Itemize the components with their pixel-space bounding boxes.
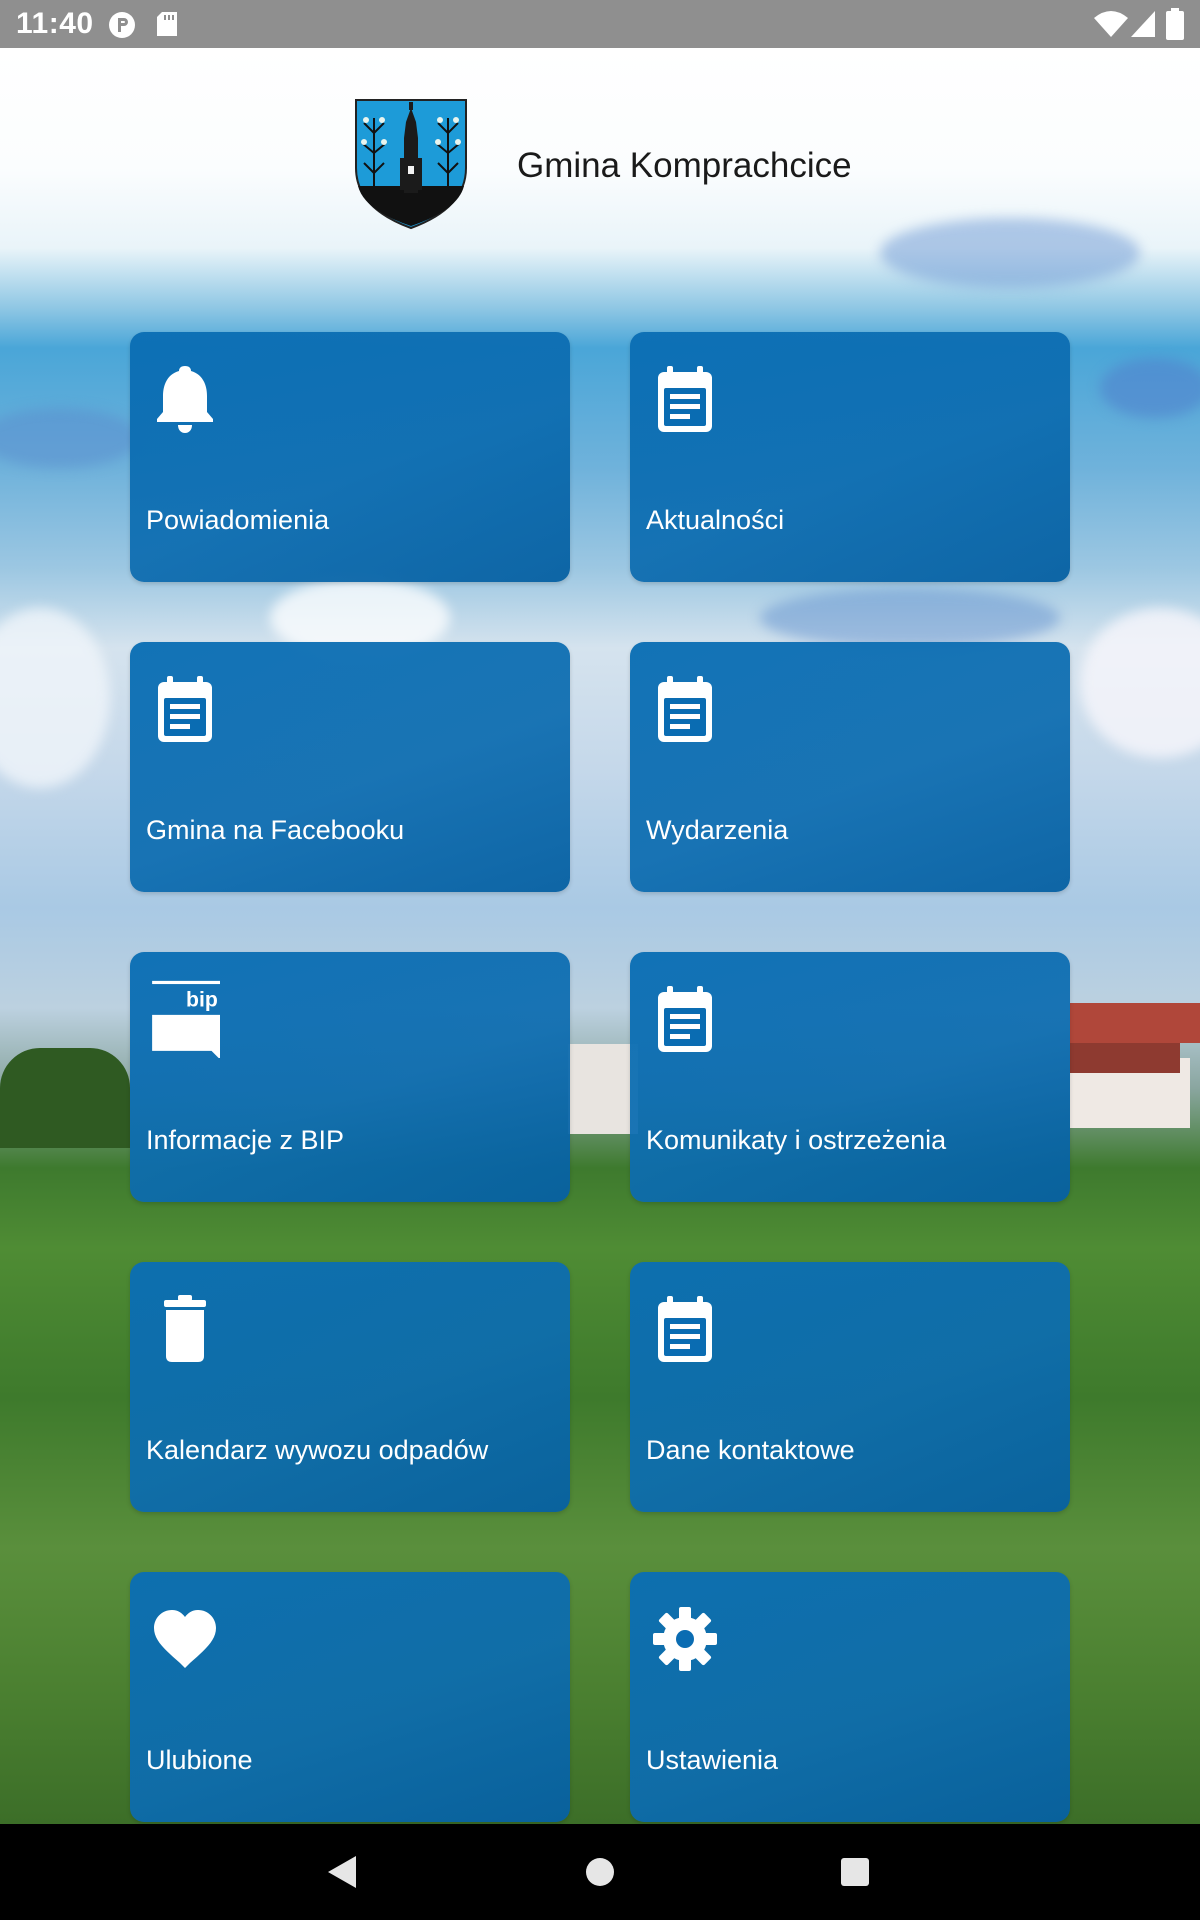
battery-icon <box>1166 8 1184 40</box>
trash-icon <box>164 1295 206 1362</box>
bell-icon <box>157 366 213 433</box>
wifi-icon <box>1094 11 1128 37</box>
tile-label: Powiadomienia <box>146 505 330 535</box>
bip-icon-text: bip <box>186 988 218 1011</box>
tile-label: Wydarzenia <box>646 815 789 845</box>
tile-kalendarz-wywozu-odpadow[interactable]: Kalendarz wywozu odpadów <box>130 1262 570 1512</box>
tile-dane-kontaktowe[interactable]: Dane kontaktowe <box>630 1262 1070 1512</box>
calendar-note-icon <box>158 676 212 742</box>
background-house <box>568 1044 638 1134</box>
tile-label: Gmina na Facebooku <box>146 815 405 845</box>
tile-ustawienia[interactable]: Ustawienia <box>630 1572 1070 1822</box>
calendar-note-icon <box>658 676 712 742</box>
tile-label: Komunikaty i ostrzeżenia <box>646 1125 947 1155</box>
home-icon[interactable] <box>585 1857 615 1887</box>
calendar-note-icon <box>658 366 712 432</box>
tile-label: Ulubione <box>146 1745 253 1775</box>
background-cloud <box>1100 358 1200 418</box>
cell-signal-icon <box>1131 11 1155 37</box>
status-time: 11:40 <box>16 7 94 40</box>
bip-icon: bip <box>152 980 220 1058</box>
tile-label: Aktualności <box>646 505 785 535</box>
gear-icon <box>653 1607 717 1671</box>
app-title: Gmina Komprachcice <box>517 146 852 185</box>
app-notification-icon <box>109 12 135 38</box>
tile-ulubione[interactable]: Ulubione <box>130 1572 570 1822</box>
coat-of-arms-logo <box>355 99 467 230</box>
tile-label: Dane kontaktowe <box>646 1435 855 1465</box>
tile-informacje-z-bip[interactable]: bip Informacje z BIP <box>130 952 570 1202</box>
background-trees <box>0 1048 130 1148</box>
navigation-bar <box>0 1824 1200 1920</box>
tile-aktualnosci[interactable]: Aktualności <box>630 332 1070 582</box>
tile-powiadomienia[interactable]: Powiadomienia <box>130 332 570 582</box>
status-bar: 11:40 <box>0 0 1200 48</box>
background-roof <box>1070 1003 1200 1043</box>
background-cloud <box>760 588 1060 648</box>
background-roof <box>1070 1043 1180 1073</box>
tile-gmina-na-facebooku[interactable]: Gmina na Facebooku <box>130 642 570 892</box>
main-content: Gmina Komprachcice Powiadomienia Aktualn… <box>0 48 1200 1824</box>
sd-card-icon <box>157 12 177 36</box>
background-cloud <box>1080 608 1200 758</box>
tile-label: Ustawienia <box>646 1745 779 1775</box>
heart-icon <box>154 1610 216 1668</box>
app-screen: 11:40 Gmina Komprachcice Powiadomienia A… <box>0 0 1200 1920</box>
tile-komunikaty-i-ostrzezenia[interactable]: Komunikaty i ostrzeżenia <box>630 952 1070 1202</box>
background-cloud <box>880 218 1140 288</box>
tile-wydarzenia[interactable]: Wydarzenia <box>630 642 1070 892</box>
tile-label: Kalendarz wywozu odpadów <box>146 1435 489 1465</box>
background-cloud <box>0 608 110 788</box>
calendar-note-icon <box>658 986 712 1052</box>
back-icon[interactable] <box>325 1854 359 1890</box>
tile-label: Informacje z BIP <box>146 1125 345 1155</box>
recents-icon[interactable] <box>840 1857 870 1887</box>
background-cloud <box>0 408 140 468</box>
calendar-note-icon <box>658 1296 712 1362</box>
